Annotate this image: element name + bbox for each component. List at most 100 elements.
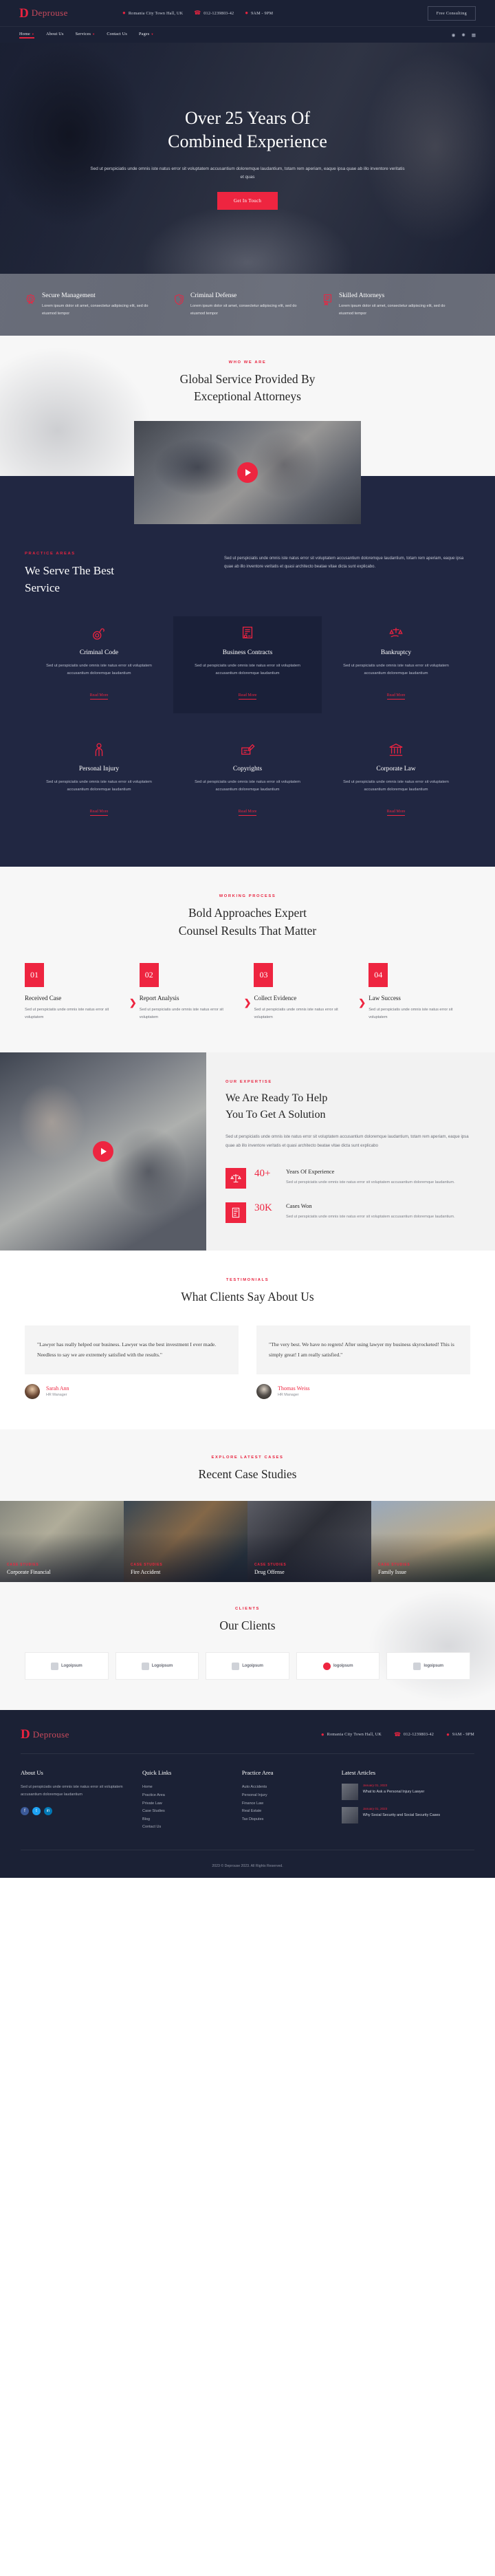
hero-content: Over 25 Years Of Combined Experience Sed… xyxy=(69,107,426,210)
practice-card-bankruptcy[interactable]: Bankruptcy Sed ut perspiciatis unde omni… xyxy=(322,616,470,713)
about-video-thumbnail[interactable] xyxy=(134,420,361,524)
hero-title-line2: Combined Experience xyxy=(168,131,327,152)
practice-cards-row-1: Criminal Code Sed ut perspiciatis unde o… xyxy=(25,616,470,713)
case-card-name: Family Issue xyxy=(378,1569,407,1576)
nav-item-home[interactable]: Home ▼ xyxy=(19,32,35,39)
practice-areas-section: PRACTICE AREAS We Serve The Best Service… xyxy=(0,475,495,867)
testimonial-role: HR Manager xyxy=(46,1393,67,1398)
footer-col-quick-links: Quick Links Home Practice Area Private L… xyxy=(142,1769,231,1831)
linkedin-icon[interactable]: ▦ xyxy=(472,32,476,38)
nav-item-contact-us[interactable]: Contact Us xyxy=(107,32,127,39)
phone-icon: ☎ xyxy=(194,10,201,16)
case-card-fire-accident[interactable]: CASE STUDIES Fire Accident xyxy=(124,1501,248,1583)
footer-quick-links-list: Home Practice Area Private Law Case Stud… xyxy=(142,1784,231,1831)
case-card-name: Drug Offense xyxy=(254,1569,285,1576)
client-logo-5[interactable]: logoipsum xyxy=(386,1652,470,1680)
footer-link[interactable]: Real Estate xyxy=(242,1808,331,1816)
client-logo-4[interactable]: logoipsum xyxy=(296,1652,380,1680)
practice-card-read-more[interactable]: Read More xyxy=(89,693,109,700)
feature-text: Lorem ipsum dolor sit amet, consectetur … xyxy=(190,304,297,316)
facebook-icon[interactable]: f xyxy=(21,1807,29,1816)
footer-article-2[interactable]: January 01, 2023 Why Social Security and… xyxy=(341,1807,474,1824)
case-card-drug-offense[interactable]: CASE STUDIES Drug Offense xyxy=(248,1501,371,1583)
brand-logo[interactable]: D Deprouse xyxy=(19,7,122,20)
practice-card-criminal-code[interactable]: Criminal Code Sed ut perspiciatis unde o… xyxy=(25,616,173,713)
bank-building-icon xyxy=(334,742,458,757)
practice-cards-row-2: Personal Injury Sed ut perspiciatis unde… xyxy=(25,733,470,830)
footer-link[interactable]: Practice Area xyxy=(142,1792,231,1800)
facebook-icon[interactable]: ◉ xyxy=(452,32,456,38)
twitter-icon[interactable]: t xyxy=(32,1807,41,1816)
client-logo-text: Logoipsum xyxy=(151,1664,173,1669)
footer-link[interactable]: Auto Accidents xyxy=(242,1784,331,1792)
case-card-name: Corporate Financial xyxy=(7,1569,51,1576)
footer-link[interactable]: Tax Disputes xyxy=(242,1816,331,1824)
process-step-text: Sed ut perspiciatis unde omnis iste natu… xyxy=(25,1007,109,1019)
process-steps: 01 Received Case Sed ut perspiciatis und… xyxy=(25,962,470,1021)
footer-link[interactable]: Personal Injury xyxy=(242,1792,331,1800)
linkedin-icon[interactable]: in xyxy=(44,1807,52,1816)
nav-item-pages[interactable]: Pages ▼ xyxy=(139,32,154,39)
practice-card-read-more[interactable]: Read More xyxy=(386,693,406,700)
practice-card-copyrights[interactable]: Copyrights Sed ut perspiciatis unde omni… xyxy=(173,733,322,830)
client-logo-text: logoipsum xyxy=(424,1664,443,1669)
counter-title: Years Of Experience xyxy=(286,1168,335,1176)
footer-brand-name: Deprouse xyxy=(32,1729,69,1740)
topbar-location-text: Romania City Town Hall, UK xyxy=(128,10,184,16)
client-logo-3[interactable]: Logoipsum xyxy=(206,1652,289,1680)
footer-col-about: About Us Sed ut perspiciatis unde omnis … xyxy=(21,1769,131,1831)
case-card-corporate-financial[interactable]: CASE STUDIES Corporate Financial xyxy=(0,1501,124,1583)
footer-article-1[interactable]: January 01, 2023 What to Ask a Personal … xyxy=(341,1784,474,1801)
client-logo-1[interactable]: Logoipsum xyxy=(25,1652,109,1680)
nav-item-services[interactable]: Services ▼ xyxy=(76,32,96,39)
practice-card-title: Business Contracts xyxy=(222,649,273,656)
footer-link[interactable]: Home xyxy=(142,1784,231,1792)
footer-link[interactable]: Private Law xyxy=(142,1800,231,1808)
footer-link[interactable]: Case Studies xyxy=(142,1808,231,1816)
who-we-are-title-line2: Exceptional Attorneys xyxy=(193,389,301,404)
nav-item-about-us[interactable]: About Us xyxy=(46,32,64,39)
case-card-tag: CASE STUDIES xyxy=(131,1563,163,1568)
play-button-icon[interactable] xyxy=(93,1141,113,1162)
footer-columns: About Us Sed ut perspiciatis unde omnis … xyxy=(21,1754,474,1849)
footer-link[interactable]: Blog xyxy=(142,1816,231,1824)
practice-card-read-more[interactable]: Read More xyxy=(238,693,257,700)
practice-card-title: Bankruptcy xyxy=(380,649,412,656)
process-step-text: Sed ut perspiciatis unde omnis iste natu… xyxy=(368,1007,453,1019)
location-pin-icon: ● xyxy=(122,10,126,16)
practice-card-read-more[interactable]: Read More xyxy=(386,810,406,816)
practice-card-personal-injury[interactable]: Personal Injury Sed ut perspiciatis unde… xyxy=(25,733,173,830)
case-studies-section: EXPLORE LATEST CASES Recent Case Studies… xyxy=(0,1429,495,1583)
case-card-family-issue[interactable]: CASE STUDIES Family Issue xyxy=(371,1501,495,1583)
get-in-touch-button[interactable]: Get In Touch xyxy=(217,192,278,210)
footer-phone[interactable]: ☎ 012-1239803-42 xyxy=(394,1731,434,1738)
footer-brand-logo[interactable]: D Deprouse xyxy=(21,1728,131,1741)
footer-link[interactable]: Contact Us xyxy=(142,1823,231,1832)
practice-card-corporate-law[interactable]: Corporate Law Sed ut perspiciatis unde o… xyxy=(322,733,470,830)
practice-card-text: Sed ut perspiciatis unde omnis iste natu… xyxy=(195,779,300,792)
clients-section: CLIENTS Our Clients Logoipsum Logoipsum … xyxy=(0,1582,495,1711)
play-button-icon[interactable] xyxy=(237,462,258,483)
footer-link[interactable]: Finance Law xyxy=(242,1800,331,1808)
practice-card-read-more[interactable]: Read More xyxy=(238,810,257,816)
topbar-phone[interactable]: ☎ 012-1239803-42 xyxy=(194,10,234,16)
nav-item-pages-label: Pages xyxy=(139,31,150,36)
scales-hand-icon xyxy=(334,626,458,641)
client-logo-2[interactable]: Logoipsum xyxy=(115,1652,199,1680)
case-card-tag: CASE STUDIES xyxy=(378,1563,410,1568)
case-file-icon xyxy=(226,1202,246,1224)
handcuffs-icon xyxy=(37,626,161,641)
process-step-title: Collect Evidence xyxy=(254,994,297,1002)
process-step-number: 02 xyxy=(139,962,159,987)
article-date: January 01, 2023 xyxy=(362,1807,388,1811)
feature-title: Criminal Defense xyxy=(190,292,237,300)
twitter-icon[interactable]: ✺ xyxy=(461,32,465,38)
testimonial-name: Thomas Weiss xyxy=(278,1385,310,1392)
topbar-hours-text: 9AM - 9PM xyxy=(251,10,274,16)
expertise-content: OUR EXPERTISE We Are Ready To Help You T… xyxy=(206,1052,495,1251)
practice-card-business-contracts[interactable]: Business Contracts Sed ut perspiciatis u… xyxy=(173,616,322,713)
chevron-down-icon: ▼ xyxy=(31,32,35,36)
free-consulting-button[interactable]: Free Consulting xyxy=(427,6,476,21)
expertise-video-thumbnail[interactable] xyxy=(0,1052,206,1251)
practice-card-read-more[interactable]: Read More xyxy=(89,810,109,816)
